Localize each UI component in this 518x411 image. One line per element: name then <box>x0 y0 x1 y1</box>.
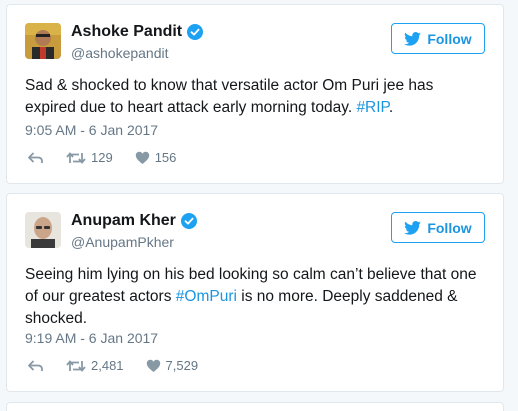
heart-icon <box>135 151 149 164</box>
retweet-icon <box>66 359 86 372</box>
tweet-timestamp[interactable]: 9:05 AM - 6 Jan 2017 <box>25 122 158 138</box>
user-handle[interactable]: @ashokepandit <box>71 45 169 61</box>
tweet-timestamp[interactable]: 9:19 AM - 6 Jan 2017 <box>25 330 158 346</box>
display-name-text: Anupam Kher <box>71 212 176 229</box>
tweet-actions: 2,481 7,529 <box>27 358 220 373</box>
tweet-card: Ashoke Pandit @ashokepandit Follow Sad &… <box>6 4 504 184</box>
tweet-actions: 129 156 <box>27 150 198 165</box>
like-button[interactable]: 7,529 <box>146 358 199 373</box>
display-name-text: Ashoke Pandit <box>71 23 183 40</box>
like-button[interactable]: 156 <box>135 150 177 165</box>
tweet-card-partial <box>6 402 504 411</box>
like-count: 7,529 <box>165 358 199 373</box>
tweet-text: Sad & shocked to know that versatile act… <box>25 75 485 119</box>
follow-button[interactable]: Follow <box>391 212 485 243</box>
follow-button-label: Follow <box>427 30 472 47</box>
hashtag-link[interactable]: #RIP <box>356 99 388 116</box>
retweet-count: 129 <box>91 150 113 165</box>
avatar[interactable] <box>25 23 61 59</box>
retweet-count: 2,481 <box>91 358 124 373</box>
reply-button[interactable] <box>27 151 44 165</box>
avatar[interactable] <box>25 212 61 248</box>
reply-button[interactable] <box>27 359 44 373</box>
reply-icon <box>28 359 43 371</box>
tweet-card: Anupam Kher @AnupamPkher Follow Seeing h… <box>6 193 504 392</box>
retweet-button[interactable]: 2,481 <box>66 358 124 373</box>
verified-badge-icon <box>180 213 197 229</box>
reply-icon <box>28 151 43 163</box>
retweet-icon <box>66 151 86 164</box>
tweet-text: Seeing him lying on his bed looking so c… <box>25 264 485 330</box>
follow-button-label: Follow <box>427 219 472 236</box>
user-handle[interactable]: @AnupamPkher <box>71 234 174 250</box>
display-name[interactable]: Anupam Kher <box>71 212 197 230</box>
retweet-button[interactable]: 129 <box>66 150 113 165</box>
display-name[interactable]: Ashoke Pandit <box>71 23 204 41</box>
heart-icon <box>146 359 160 372</box>
hashtag-link[interactable]: #OmPuri <box>176 288 237 305</box>
twitter-bird-icon <box>404 220 422 235</box>
follow-button[interactable]: Follow <box>391 23 485 54</box>
like-count: 156 <box>154 150 177 165</box>
tweet-text-end: . <box>388 99 394 116</box>
twitter-bird-icon <box>404 31 422 46</box>
verified-badge-icon <box>187 24 204 40</box>
